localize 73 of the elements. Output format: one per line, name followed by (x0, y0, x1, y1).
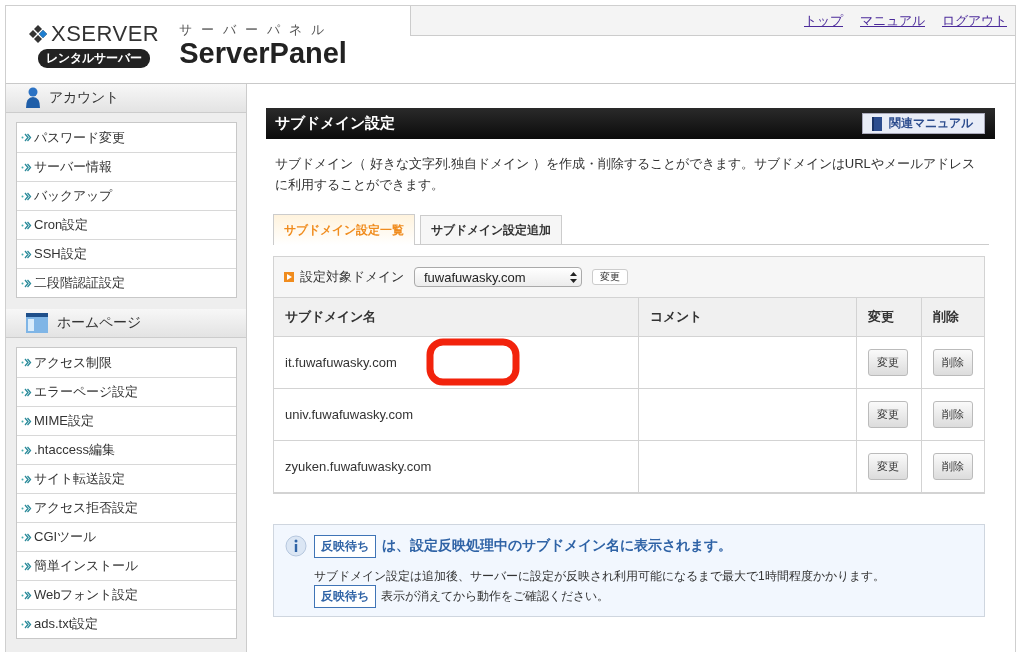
sidebar-item[interactable]: 簡単インストール (17, 551, 236, 580)
diamond-logo-icon (28, 24, 48, 44)
arrow-icon (21, 278, 32, 288)
arrow-icon (21, 162, 32, 172)
brand-name: XSERVER (51, 21, 160, 47)
sidebar-item[interactable]: アクセス制限 (17, 348, 236, 377)
arrow-icon (21, 387, 32, 397)
person-icon (25, 87, 41, 109)
play-icon (284, 272, 294, 282)
change-button[interactable]: 変更 (592, 269, 628, 285)
sidebar-item[interactable]: Cron設定 (17, 210, 236, 239)
table-cell: univ.fuwafuwasky.com (274, 389, 639, 441)
info-heading: は、設定反映処理中のサブドメイン名に表示されます。 (382, 537, 732, 555)
column-header: コメント (639, 298, 857, 337)
nav-link[interactable]: ログアウト (942, 11, 1007, 30)
column-header: 削除 (922, 298, 984, 337)
window-icon (25, 312, 49, 334)
arrow-icon (21, 590, 32, 600)
delete-button[interactable]: 削除 (933, 401, 973, 428)
product-kana: サーバーパネル (179, 21, 335, 39)
arrow-icon (21, 191, 32, 201)
sidebar-item[interactable]: エラーページ設定 (17, 377, 236, 406)
sidebar-item[interactable]: .htaccess編集 (17, 435, 236, 464)
arrow-icon (21, 445, 32, 455)
column-header: サブドメイン名 (274, 298, 639, 337)
arrow-icon (21, 358, 32, 367)
section-title: ホームページ (57, 314, 141, 332)
tab[interactable]: サブドメイン設定追加 (420, 215, 562, 244)
sidebar-item[interactable]: バックアップ (17, 181, 236, 210)
book-icon (871, 116, 883, 131)
pending-badge: 反映待ち (314, 534, 376, 558)
domain-select[interactable]: fuwafuwasky.com (414, 267, 582, 287)
arrow-icon (21, 249, 32, 259)
column-header: 変更 (857, 298, 922, 337)
delete-button[interactable]: 削除 (933, 453, 973, 480)
description: サブドメイン（ 好きな文字列.独自ドメイン ）を作成・削除することができます。サブドメインはURLやメールアドレスに利用することができます。 (275, 155, 976, 194)
table-cell: zyuken.fuwafuwasky.com (274, 441, 639, 493)
table-cell: it.fuwafuwasky.com (274, 337, 639, 389)
arrow-icon (21, 619, 32, 629)
sidebar-item[interactable]: サイト転送設定 (17, 464, 236, 493)
info-note: 表示が消えてから動作をご確認ください。 (381, 588, 609, 605)
arrow-icon (21, 220, 32, 230)
sidebar-item[interactable]: パスワード変更 (17, 123, 236, 152)
page-title: サブドメイン設定 (275, 114, 395, 133)
change-button[interactable]: 変更 (868, 401, 908, 428)
arrow-icon (21, 133, 32, 142)
info-text: サブドメイン設定は追加後、サーバーに設定が反映され利用可能になるまで最大で1時間程度かかります。 (314, 568, 886, 585)
sidebar-item[interactable]: ads.txt設定 (17, 609, 236, 638)
section-title: アカウント (49, 89, 119, 107)
arrow-icon (21, 416, 32, 426)
change-button[interactable]: 変更 (868, 453, 908, 480)
brand-badge: レンタルサーバー (37, 49, 150, 68)
delete-button[interactable]: 削除 (933, 349, 973, 376)
sidebar-item[interactable]: CGIツール (17, 522, 236, 551)
arrow-icon (21, 503, 32, 513)
domain-label: 設定対象ドメイン (300, 268, 404, 286)
manual-button[interactable]: 関連マニュアル (862, 113, 985, 134)
sidebar-item[interactable]: Webフォント設定 (17, 580, 236, 609)
arrow-icon (21, 532, 32, 542)
sidebar-item[interactable]: サーバー情報 (17, 152, 236, 181)
nav-link[interactable]: トップ (804, 11, 843, 30)
arrow-icon (21, 561, 32, 571)
sidebar-item[interactable]: アクセス拒否設定 (17, 493, 236, 522)
updown-icon (570, 271, 577, 283)
product-name: ServerPanel (179, 39, 347, 68)
arrow-icon (21, 474, 32, 484)
change-button[interactable]: 変更 (868, 349, 908, 376)
sidebar-item[interactable]: SSH設定 (17, 239, 236, 268)
nav-link[interactable]: マニュアル (860, 11, 925, 30)
sidebar-item[interactable]: MIME設定 (17, 406, 236, 435)
info-icon (285, 535, 307, 557)
sidebar-item[interactable]: 二段階認証設定 (17, 268, 236, 297)
pending-badge: 反映待ち (314, 585, 376, 608)
